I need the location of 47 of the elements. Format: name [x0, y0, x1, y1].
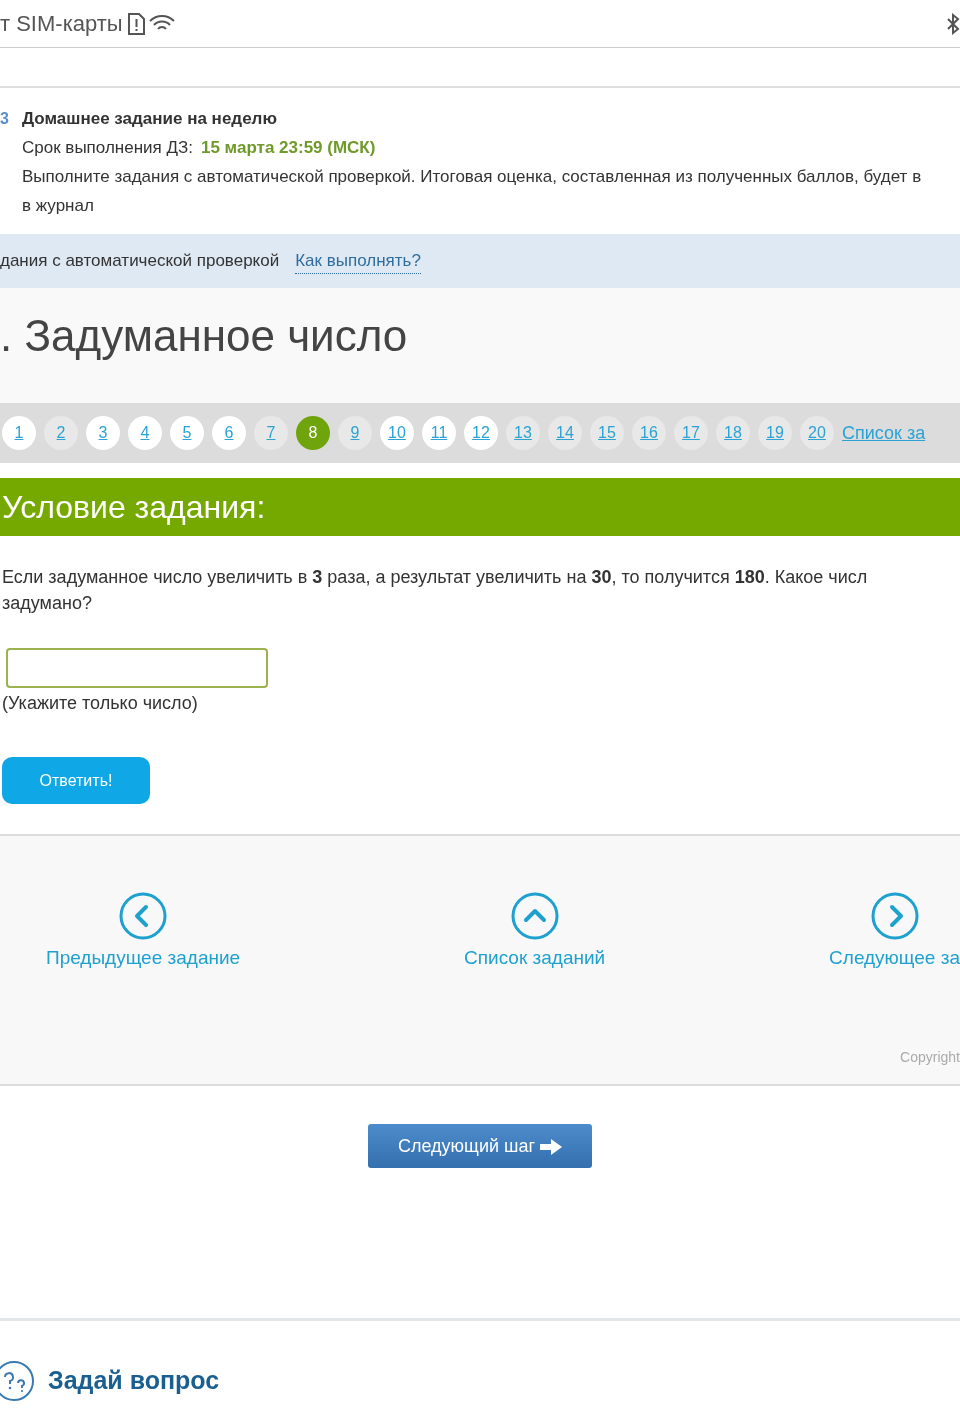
page-link[interactable]: 12: [464, 416, 498, 450]
homework-number: 3: [0, 109, 9, 129]
page-link[interactable]: 20: [800, 416, 834, 450]
next-step-button[interactable]: Следующий шаг: [368, 1124, 592, 1168]
condition-heading: Условие задания:: [0, 478, 960, 536]
page-link[interactable]: 9: [338, 416, 372, 450]
arrow-right-icon: [540, 1138, 563, 1155]
next-task-link[interactable]: Следующее за: [829, 947, 960, 968]
page-link[interactable]: 17: [674, 416, 708, 450]
submit-button[interactable]: Ответить!: [2, 757, 150, 804]
page-link[interactable]: 10: [380, 416, 414, 450]
answer-field[interactable]: [6, 648, 268, 688]
page-link[interactable]: 13: [506, 416, 540, 450]
previous-task-link[interactable]: Предыдущее задание: [46, 947, 241, 968]
page-link[interactable]: 2: [44, 416, 78, 450]
page-link[interactable]: 6: [212, 416, 246, 450]
task-list-link[interactable]: Список за: [842, 419, 926, 447]
deadline-date: 15 марта 23:59 (МСК): [200, 137, 376, 159]
page-link[interactable]: 19: [758, 416, 792, 450]
task-title: . Задуманное число: [0, 288, 960, 403]
answer-hint: (Укажите только число): [2, 692, 199, 715]
copyright-text: Copyright: [900, 1048, 960, 1067]
page-link[interactable]: 8: [296, 416, 330, 450]
page-link[interactable]: 4: [128, 416, 162, 450]
deadline-label: Срок выполнения ДЗ:: [22, 137, 193, 159]
bluetooth-icon: [946, 12, 960, 35]
chevron-left-icon: [119, 892, 168, 940]
carrier-label: т SIM-карты: [0, 10, 123, 38]
info-text: дания с автоматической проверкой: [0, 250, 280, 273]
help-link[interactable]: Как выполнять?: [295, 247, 421, 275]
page-link[interactable]: 5: [170, 416, 204, 450]
page-link[interactable]: 11: [422, 416, 456, 450]
homework-description: Выполните задания с автоматической проверкой. Итоговая оценка, составленная из полученных баллов, будет в в журнал: [22, 166, 923, 217]
page-link[interactable]: 18: [716, 416, 750, 450]
page-link[interactable]: 3: [86, 416, 120, 450]
page-link[interactable]: 16: [632, 416, 666, 450]
ask-question-title: Задай вопрос: [48, 1365, 220, 1397]
page-link[interactable]: 15: [590, 416, 624, 450]
page-link[interactable]: 1: [2, 416, 36, 450]
page-link[interactable]: 7: [254, 416, 288, 450]
question-text: Если задуманное число увеличить в 3 раза, а результат увеличить на 30, то получится 180. Какое числ задумано?: [2, 566, 869, 615]
homework-title: Домашнее задание на неделю: [22, 108, 278, 130]
chevron-up-icon: [510, 892, 559, 940]
task-list-nav-link[interactable]: Список заданий: [464, 947, 606, 968]
sim-alert-icon: [126, 12, 145, 35]
chevron-right-icon: [870, 892, 919, 940]
page-link[interactable]: 14: [548, 416, 582, 450]
